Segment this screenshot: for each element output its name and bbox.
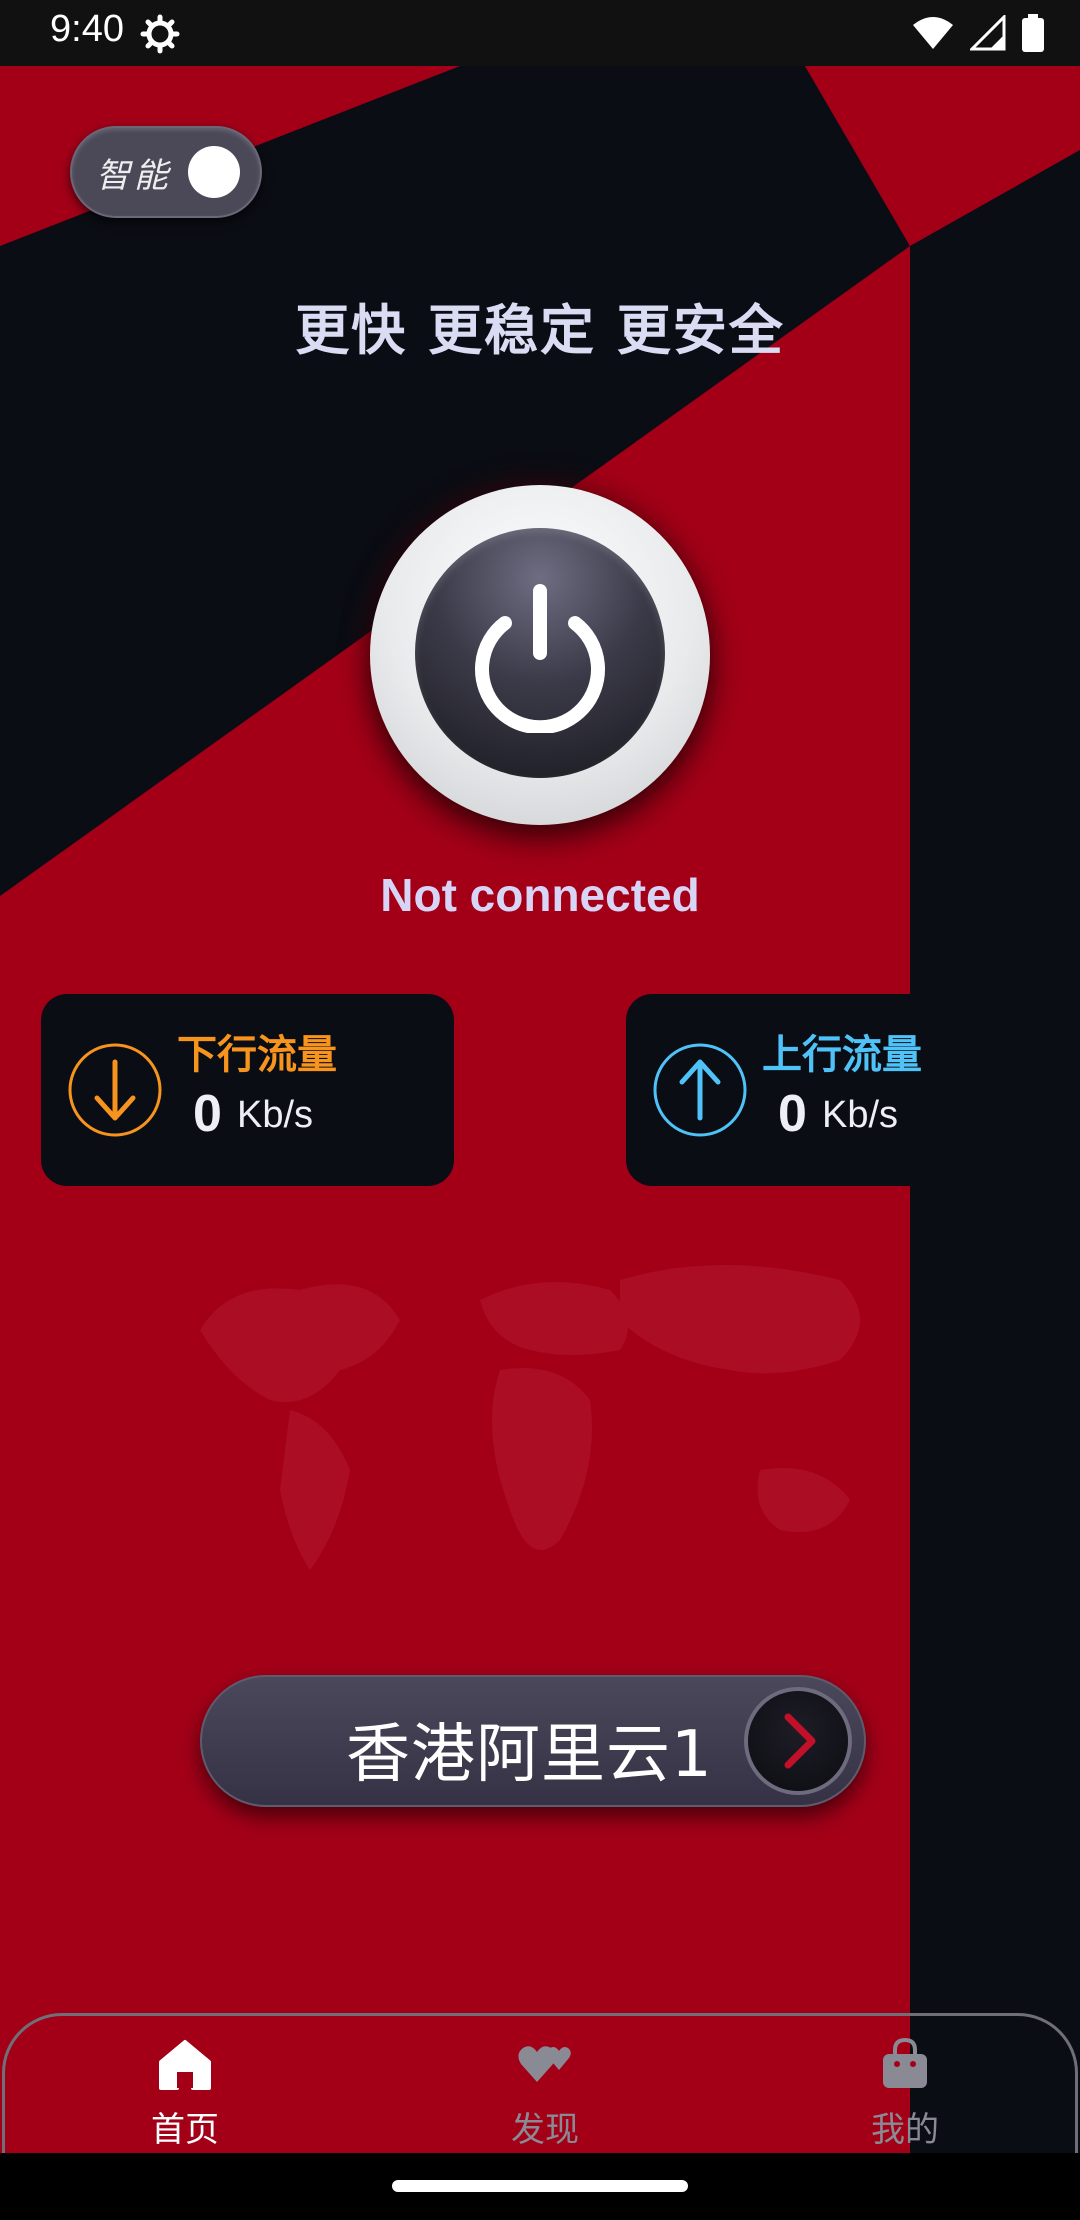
toggle-knob	[188, 146, 240, 198]
slogan: 更快 更稳定 更安全	[295, 299, 785, 362]
nav-item-mine[interactable]: 我的	[805, 2034, 1005, 2151]
upload-unit: Kb/s	[822, 1094, 899, 1136]
nav-label-mine: 我的	[871, 2110, 939, 2150]
status-icons	[912, 14, 1044, 52]
server-selector[interactable]: 香港阿里云1	[200, 1675, 866, 1807]
power-icon	[475, 584, 605, 733]
world-map-graphic	[200, 1265, 860, 1570]
app-screen: 9:40 智能 更快 更稳定 更安全 Not connected 下行流量 0 …	[0, 0, 1080, 2220]
power-button[interactable]	[370, 485, 710, 825]
system-gesture-bar	[0, 2153, 1080, 2220]
nav-item-home[interactable]: 首页	[85, 2034, 285, 2151]
download-traffic-card: 下行流量 0 Kb/s	[41, 994, 454, 1186]
download-unit: Kb/s	[237, 1094, 314, 1136]
nav-label-home: 首页	[151, 2110, 219, 2150]
connection-status: Not connected	[380, 869, 700, 921]
nav-label-discover: 发现	[511, 2110, 579, 2150]
home-icon	[159, 2040, 211, 2090]
status-bar: 9:40	[0, 0, 1080, 66]
smart-toggle-label: 智能	[96, 156, 172, 196]
download-title: 下行流量	[177, 1032, 337, 1078]
arrow-up-icon	[653, 1043, 747, 1137]
status-time: 9:40	[50, 8, 124, 50]
power-button-inner	[415, 528, 665, 778]
chevron-right-icon	[784, 1713, 816, 1769]
arrow-down-icon	[68, 1043, 162, 1137]
bottom-navigation: 首页 发现 我的	[2, 2013, 1078, 2153]
upload-title: 上行流量	[762, 1032, 922, 1078]
power-button-wrap	[340, 455, 740, 855]
nav-item-discover[interactable]: 发现	[445, 2034, 645, 2151]
smart-mode-toggle[interactable]: 智能	[70, 126, 262, 218]
download-value: 0	[193, 1085, 222, 1143]
wifi-icon	[913, 17, 953, 49]
signal-icon	[970, 15, 1006, 51]
home-gesture-handle[interactable]	[392, 2180, 688, 2192]
hearts-icon	[518, 2046, 571, 2082]
upload-value: 0	[778, 1085, 807, 1143]
server-arrow-button[interactable]	[748, 1691, 848, 1791]
upload-traffic-card: 上行流量 0 Kb/s	[626, 994, 926, 1186]
bag-icon	[883, 2037, 927, 2088]
gear-icon	[140, 14, 180, 54]
battery-icon	[1022, 14, 1044, 52]
server-name: 香港阿里云1	[346, 1718, 713, 1792]
